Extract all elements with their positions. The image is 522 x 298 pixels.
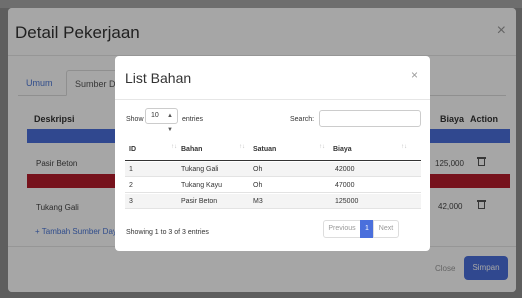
length-entries-label: entries xyxy=(182,116,204,123)
table-row[interactable]: 1 Tukang Gali Oh 42000 xyxy=(125,162,421,177)
previous-page-button[interactable]: Previous xyxy=(323,220,361,238)
column-header-biaya[interactable]: Biaya xyxy=(333,146,352,153)
entries-select-value: 10 xyxy=(151,112,159,119)
cell-satuan: Oh xyxy=(253,182,263,189)
cell-id: 3 xyxy=(129,198,133,205)
search-label: Search: xyxy=(290,116,315,123)
cell-bahan: Tukang Gali xyxy=(181,166,219,173)
list-bahan-modal: List Bahan × Show 10 ▲ ▼ entries Search: … xyxy=(115,56,430,251)
column-header-satuan[interactable]: Satuan xyxy=(253,146,276,153)
cell-satuan: M3 xyxy=(253,198,263,205)
close-icon[interactable]: × xyxy=(411,68,418,82)
sort-icon[interactable]: ↑↓ xyxy=(239,144,245,150)
cell-satuan: Oh xyxy=(253,166,263,173)
table-row[interactable]: 3 Pasir Beton M3 125000 xyxy=(125,194,421,209)
cell-biaya: 125000 xyxy=(335,198,359,205)
cell-id: 2 xyxy=(129,182,133,189)
cell-biaya: 47000 xyxy=(335,182,355,189)
table-row[interactable]: 2 Tukang Kayu Oh 47000 xyxy=(125,178,421,193)
sort-icon[interactable]: ↑↓ xyxy=(319,144,325,150)
cell-bahan: Pasir Beton xyxy=(181,198,218,205)
column-header-bahan[interactable]: Bahan xyxy=(181,146,202,153)
sort-icon[interactable]: ↑↓ xyxy=(171,144,177,150)
cell-bahan: Tukang Kayu xyxy=(181,182,222,189)
page-1-button[interactable]: 1 xyxy=(360,220,374,238)
search-input[interactable] xyxy=(319,110,421,127)
sort-icon[interactable]: ↑↓ xyxy=(401,144,407,150)
length-show-label: Show xyxy=(126,116,144,123)
next-page-button[interactable]: Next xyxy=(373,220,399,238)
table-header-divider xyxy=(125,160,421,161)
page-background xyxy=(0,0,522,8)
column-header-id[interactable]: ID xyxy=(129,146,136,153)
table-info: Showing 1 to 3 of 3 entries xyxy=(126,229,209,236)
entries-select[interactable]: 10 ▲ ▼ xyxy=(145,108,178,133)
select-arrows-icon: ▲ ▼ xyxy=(167,113,173,133)
cell-biaya: 42000 xyxy=(335,166,355,173)
cell-id: 1 xyxy=(129,166,133,173)
inner-modal-header: List Bahan × xyxy=(115,56,430,100)
inner-modal-title: List Bahan xyxy=(125,70,192,86)
pagination: Previous 1 Next xyxy=(323,220,421,238)
